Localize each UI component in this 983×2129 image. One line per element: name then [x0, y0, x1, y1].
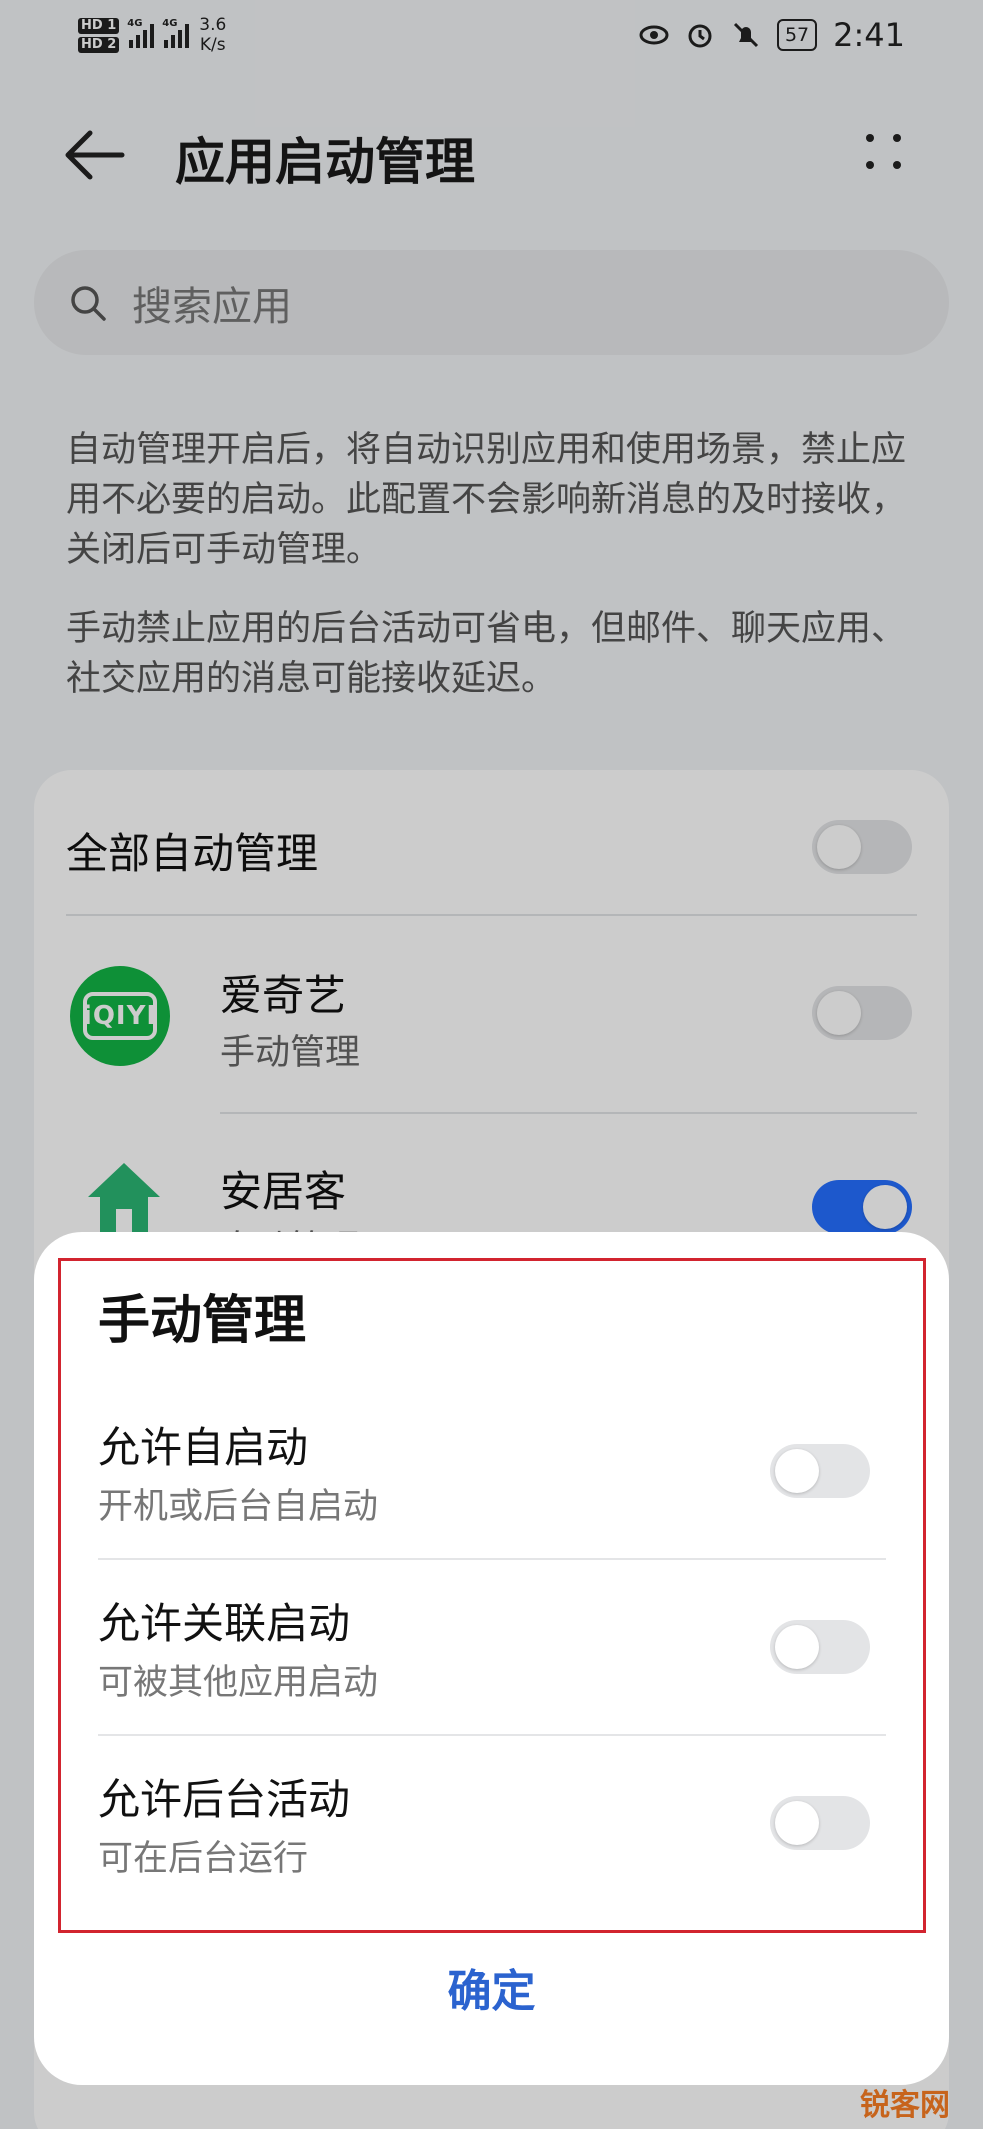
- option-subtitle-auto-start: 开机或后台自启动: [98, 1487, 379, 1527]
- option-subtitle-background-activity: 可在后台运行: [98, 1839, 309, 1879]
- option-subtitle-associated-start: 可被其他应用启动: [98, 1663, 379, 1703]
- option-title-auto-start: 允许自启动: [98, 1423, 309, 1472]
- option-title-background-activity: 允许后台活动: [98, 1775, 351, 1824]
- watermark: 锐客网: [860, 2088, 950, 2123]
- confirm-button[interactable]: 确定: [34, 1942, 949, 2042]
- background-activity-toggle[interactable]: [770, 1796, 870, 1850]
- associated-start-toggle[interactable]: [770, 1620, 870, 1674]
- manual-manage-dialog: 手动管理 允许自启动 开机或后台自启动 允许关联启动 可被其他应用启动 允许后台…: [34, 1232, 949, 2085]
- auto-start-toggle[interactable]: [770, 1444, 870, 1498]
- option-title-associated-start: 允许关联启动: [98, 1599, 351, 1648]
- divider: [98, 1558, 886, 1560]
- divider: [98, 1734, 886, 1736]
- dialog-title: 手动管理: [98, 1291, 307, 1351]
